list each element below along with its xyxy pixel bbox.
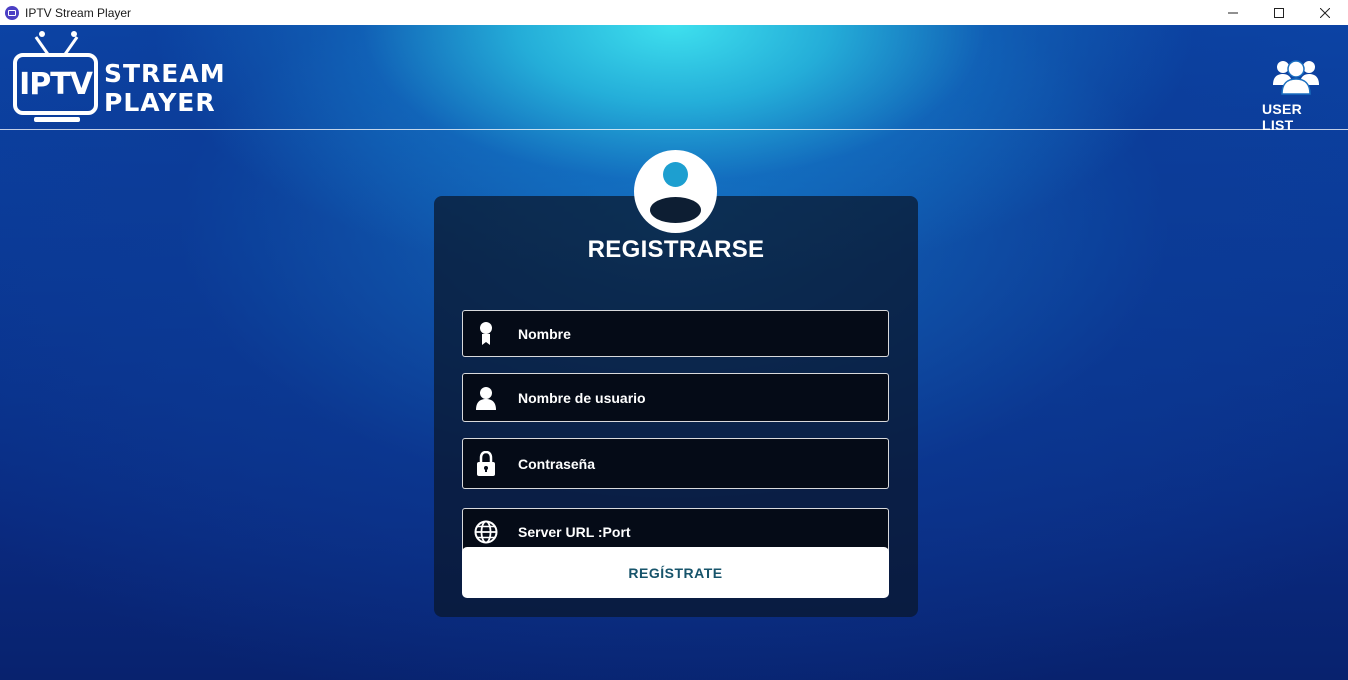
avatar-icon (634, 150, 717, 233)
logo-line-1: STREAM (104, 59, 226, 88)
app-header: IPTV STREAM PLAYER USER LIST (0, 25, 1348, 133)
globe-icon (463, 520, 509, 544)
server-url-input[interactable] (518, 524, 858, 540)
user-list-button[interactable]: USER LIST (1262, 57, 1330, 133)
name-field[interactable] (462, 310, 889, 357)
window-title: IPTV Stream Player (25, 5, 132, 20)
logo-line-2: PLAYER (104, 88, 216, 117)
close-icon (1320, 7, 1330, 18)
logo-tv-text: IPTV (19, 66, 93, 102)
user-list-label: USER LIST (1262, 101, 1303, 133)
minimize-button[interactable] (1210, 0, 1256, 25)
maximize-button[interactable] (1256, 0, 1302, 25)
app-icon (5, 5, 19, 20)
minimize-icon (1228, 12, 1238, 13)
tv-icon: IPTV (13, 53, 98, 115)
badge-icon (463, 321, 509, 346)
logo-words: STREAM PLAYER (104, 59, 226, 117)
window-controls (1210, 0, 1348, 25)
name-input[interactable] (518, 325, 858, 342)
username-input[interactable] (518, 389, 858, 406)
register-title: REGISTRARSE (587, 236, 765, 263)
users-group-icon (1273, 60, 1319, 95)
lock-icon (463, 450, 509, 477)
password-field[interactable] (462, 438, 889, 489)
app-logo: IPTV STREAM PLAYER (13, 31, 253, 125)
user-icon (463, 386, 509, 410)
antenna-dot-right (71, 31, 77, 37)
maximize-icon (1274, 7, 1284, 18)
tv-stand (34, 117, 80, 122)
username-field[interactable] (462, 373, 889, 422)
close-button[interactable] (1302, 0, 1348, 25)
antenna-dot-left (39, 31, 45, 37)
window-titlebar: IPTV Stream Player (0, 0, 1348, 25)
password-input[interactable] (518, 455, 858, 472)
register-submit-button[interactable]: REGÍSTRATE (462, 547, 889, 598)
